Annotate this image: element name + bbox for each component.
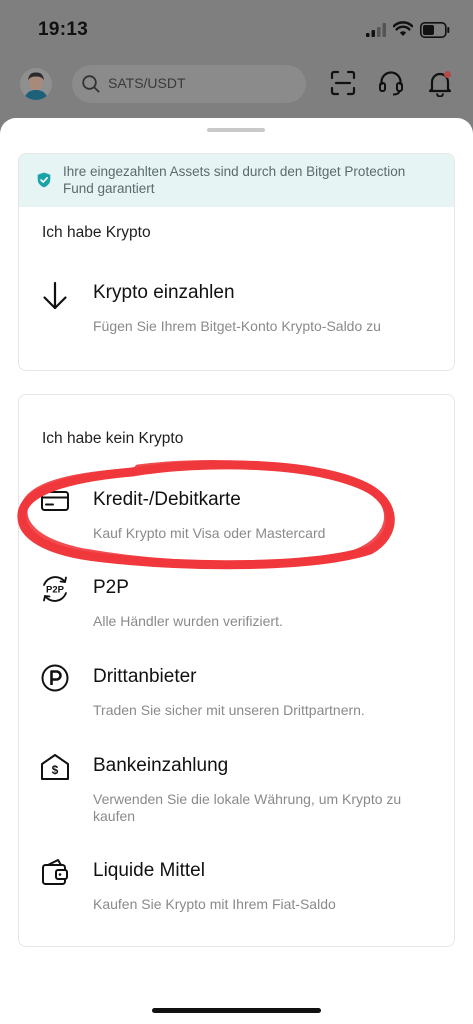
search-text: SATS/USDT xyxy=(108,75,186,91)
section-title: Ich habe Krypto xyxy=(42,224,151,241)
option-description: Kaufen Sie Krypto mit Ihrem Fiat-Saldo xyxy=(93,896,336,912)
option-description: Fügen Sie Ihrem Bitget-Konto Krypto-Sald… xyxy=(93,318,381,334)
wifi-icon xyxy=(393,21,413,36)
option-fiat-balance[interactable]: Liquide Mittel Kaufen Sie Krypto mit Ihr… xyxy=(19,854,454,924)
shield-check-icon xyxy=(37,172,51,188)
option-title: Bankeinzahlung xyxy=(93,755,229,776)
option-title: Kredit-/Debitkarte xyxy=(93,489,241,510)
sheet-drag-handle[interactable] xyxy=(207,128,265,132)
avatar-image xyxy=(20,68,52,100)
section-title: Ich habe kein Krypto xyxy=(42,430,184,447)
option-description: Verwenden Sie die lokale Währung, um Kry… xyxy=(93,791,402,824)
option-title: Drittanbieter xyxy=(93,666,197,687)
credit-card-icon xyxy=(41,491,69,511)
option-description: Alle Händler wurden verifiziert. xyxy=(93,613,283,629)
option-description: Traden Sie sicher mit unseren Drittpartn… xyxy=(93,702,365,718)
section-no-crypto: Ich habe kein Krypto Kredit-/Debitkarte … xyxy=(18,394,455,947)
search-input[interactable]: SATS/USDT xyxy=(72,65,306,103)
svg-text:P2P: P2P xyxy=(46,585,65,596)
section-have-crypto: Ihre eingezahlten Assets sind durch den … xyxy=(18,153,455,371)
option-crypto-deposit[interactable]: Krypto einzahlen Fügen Sie Ihrem Bitget-… xyxy=(19,276,454,346)
option-title: Krypto einzahlen xyxy=(93,282,235,303)
wallet-icon xyxy=(42,859,68,885)
svg-text:$: $ xyxy=(52,763,59,777)
search-icon xyxy=(82,75,100,93)
option-third-party[interactable]: Drittanbieter Traden Sie sicher mit unse… xyxy=(19,660,454,730)
option-title: P2P xyxy=(93,577,129,598)
option-description: Kauf Krypto mit Visa oder Mastercard xyxy=(93,525,326,541)
third-party-icon xyxy=(41,664,69,692)
option-p2p[interactable]: P2P P2P Alle Händler wurden verifiziert. xyxy=(19,571,454,641)
option-bank-deposit[interactable]: $ Bankeinzahlung Verwenden Sie die lokal… xyxy=(19,749,454,831)
p2p-icon: P2P xyxy=(43,576,67,602)
arrow-down-icon xyxy=(43,281,67,310)
battery-icon xyxy=(420,22,450,38)
status-bar: 19:13 xyxy=(0,0,473,60)
status-time: 19:13 xyxy=(38,19,89,40)
scan-icon[interactable] xyxy=(329,69,357,97)
protection-notice: Ihre eingezahlten Assets sind durch den … xyxy=(19,154,454,207)
bottom-sheet: Ihre eingezahlten Assets sind durch den … xyxy=(0,118,473,1024)
headset-icon[interactable] xyxy=(377,69,405,97)
option-credit-debit-card[interactable]: Kredit-/Debitkarte Kauf Krypto mit Visa … xyxy=(19,483,454,553)
avatar[interactable] xyxy=(20,68,52,100)
bell-icon[interactable] xyxy=(426,69,454,97)
home-indicator[interactable] xyxy=(152,1008,321,1013)
cellular-signal-icon xyxy=(366,23,386,37)
notice-text: Ihre eingezahlten Assets sind durch den … xyxy=(63,164,406,196)
screen: 19:13 SATS/USDT Ihre eingezahlten Assets… xyxy=(0,0,473,1024)
bank-icon: $ xyxy=(41,754,69,780)
option-title: Liquide Mittel xyxy=(93,860,205,881)
